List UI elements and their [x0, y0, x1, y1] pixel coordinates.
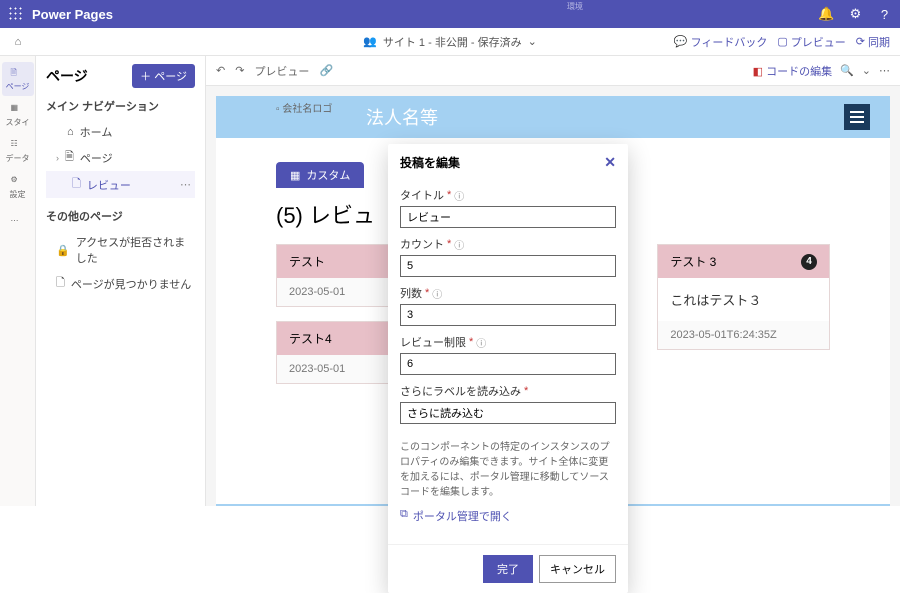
sidebar-group-other: その他のページ	[46, 208, 195, 224]
portal-admin-link[interactable]: ⧉ポータル管理で開く	[388, 506, 628, 534]
data-icon: ☷	[11, 139, 25, 153]
chevron-down-icon: ⌄	[528, 35, 537, 48]
help-icon[interactable]: ?	[877, 7, 892, 22]
dialog-title: 投稿を編集	[400, 154, 460, 171]
zoom-icon[interactable]: 🔍	[840, 64, 854, 77]
lock-icon: 🔒	[56, 244, 70, 257]
environment-name	[567, 15, 577, 26]
redo-icon[interactable]: ↷	[235, 64, 244, 77]
rail-overflow[interactable]: ⋯	[2, 206, 34, 240]
card-test3[interactable]: テスト 34 これはテスト３ 2023-05-01T6:24:35Z	[657, 244, 830, 350]
more-icon: ⋯	[11, 216, 25, 230]
company-name: 法人名等	[366, 104, 438, 130]
people-icon: 👥	[363, 35, 377, 48]
card-badge: 4	[801, 254, 817, 270]
page-icon: 🗎	[11, 67, 25, 81]
more-icon[interactable]: ⋯	[879, 64, 890, 77]
style-icon: ▦	[11, 103, 25, 117]
rail-item-style[interactable]: ▦スタイ	[2, 98, 34, 132]
dialog-note: このコンポーネントの特定のインスタンスのプロパティのみ編集できます。サイト全体に…	[388, 438, 628, 506]
sidebar-item-access-denied[interactable]: 🔒アクセスが拒否されました	[46, 230, 195, 270]
info-icon[interactable]: ⓘ	[454, 237, 464, 252]
close-icon[interactable]: ✕	[604, 154, 616, 171]
company-logo: ▫ 会社名ロゴ	[276, 100, 332, 115]
sidebar-item-not-found[interactable]: 🗋ページが見つかりません	[46, 270, 195, 297]
gear-icon: ⚙	[11, 175, 25, 189]
sidebar-item-pages[interactable]: ›🗎ページ	[46, 144, 195, 171]
rail-item-data[interactable]: ☷データ	[2, 134, 34, 168]
page-icon: 🗎	[65, 148, 74, 167]
rail-item-pages[interactable]: 🗎ページ	[2, 62, 34, 96]
external-link-icon: ⧉	[400, 508, 408, 524]
preview-link[interactable]: ▢ プレビュー	[777, 34, 845, 50]
title-input[interactable]	[400, 206, 616, 228]
sync-link[interactable]: ⟳ 同期	[856, 34, 890, 50]
info-icon[interactable]: ⓘ	[454, 188, 464, 203]
new-page-button[interactable]: ＋ ページ	[132, 64, 195, 88]
chevron-right-icon: ›	[56, 153, 59, 163]
sidebar-item-review[interactable]: 🗋レビュー⋯	[46, 171, 195, 198]
home-icon: ⌂	[67, 126, 74, 138]
edit-code-button[interactable]: ◧ コードの編集	[753, 63, 832, 79]
environment-label: 環境	[567, 3, 583, 11]
chevron-down-icon[interactable]: ⌄	[862, 64, 871, 77]
sidebar-title: ページ	[46, 66, 88, 86]
done-button[interactable]: 完了	[483, 555, 533, 583]
notifications-icon[interactable]: 🔔	[819, 6, 834, 22]
cancel-button[interactable]: キャンセル	[539, 555, 616, 583]
undo-icon[interactable]: ↶	[216, 64, 225, 77]
count-input[interactable]	[400, 255, 616, 277]
site-title[interactable]: 👥 サイト 1 - 非公開 - 保存済み ⌄	[363, 34, 537, 50]
rail-item-settings[interactable]: ⚙設定	[2, 170, 34, 204]
home-icon[interactable]: ⌂	[0, 36, 36, 48]
limit-input[interactable]	[400, 353, 616, 375]
info-icon[interactable]: ⓘ	[432, 286, 442, 301]
feedback-link[interactable]: 💬 フィードバック	[674, 34, 767, 50]
custom-tab[interactable]: ▦カスタム	[276, 162, 364, 188]
sidebar-group-main: メイン ナビゲーション	[46, 98, 195, 114]
edit-post-dialog: 投稿を編集✕ タイトル*ⓘ カウント*ⓘ 列数*ⓘ レビュー制限*ⓘ さらにラベ…	[388, 144, 628, 593]
toolbar-preview[interactable]: プレビュー	[254, 63, 309, 79]
app-launcher-icon[interactable]	[8, 6, 24, 22]
info-icon[interactable]: ⓘ	[476, 335, 486, 350]
environment-picker[interactable]: 環境	[567, 3, 583, 26]
brand-name: Power Pages	[32, 7, 892, 22]
hamburger-menu-icon[interactable]	[844, 104, 870, 130]
grid-icon: ▦	[290, 169, 300, 182]
page-icon: 🗋	[72, 175, 81, 194]
loadmore-input[interactable]	[400, 402, 616, 424]
page-icon: 🗋	[56, 274, 65, 293]
columns-input[interactable]	[400, 304, 616, 326]
settings-gear-icon[interactable]: ⚙	[848, 6, 863, 22]
sidebar-item-home[interactable]: ⌂ホーム	[46, 120, 195, 144]
link-icon[interactable]: 🔗	[319, 64, 333, 77]
more-icon[interactable]: ⋯	[180, 178, 191, 191]
